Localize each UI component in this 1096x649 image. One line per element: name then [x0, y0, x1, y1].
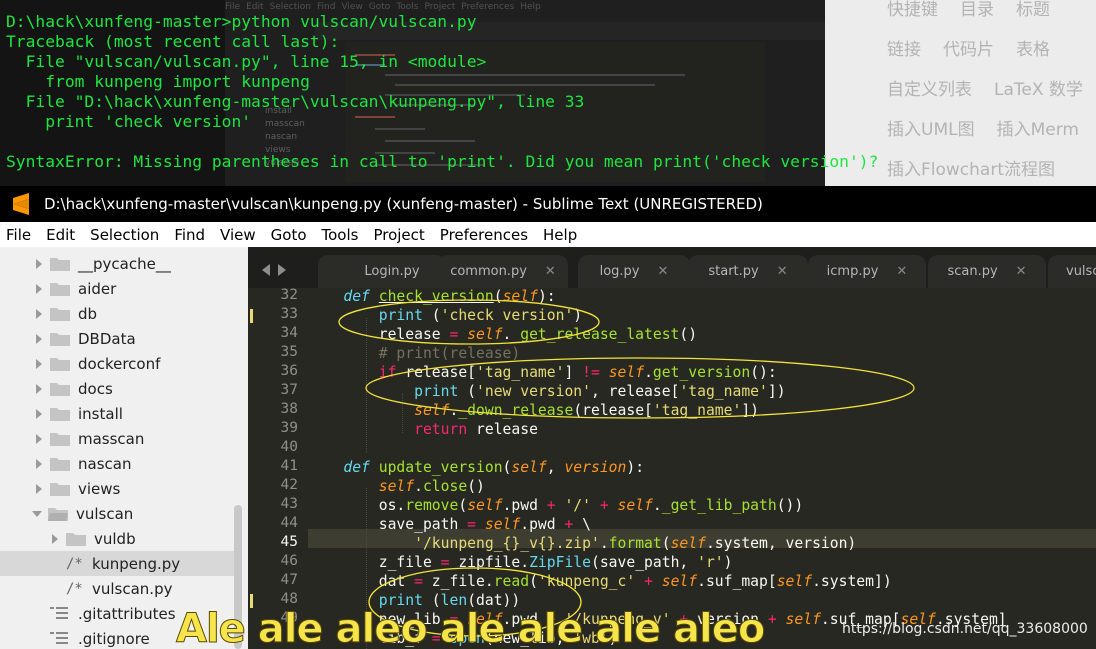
highlight-ellipse [338, 299, 600, 345]
watermark-url: https://blog.csdn.net/qq_33608000 [842, 621, 1088, 637]
video-subtitle: Ale ale aleo ale ale ale aleo [175, 606, 765, 649]
annotation-layer [338, 299, 915, 637]
highlight-ellipse [365, 357, 915, 419]
